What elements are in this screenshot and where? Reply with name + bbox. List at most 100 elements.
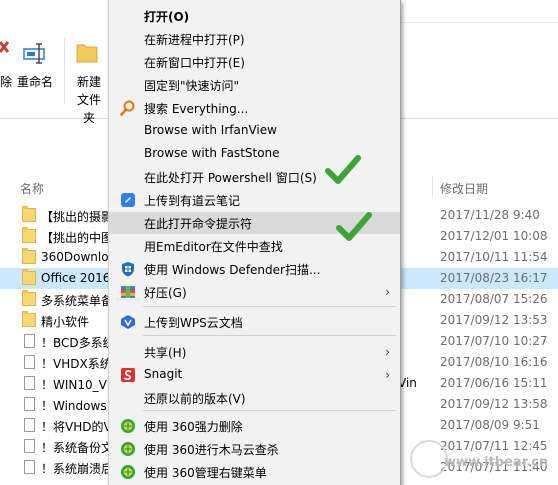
menu-item-4[interactable]: 固定到"快速访问": [109, 74, 400, 96]
menu-item-label: 使用 360管理右键菜单: [144, 466, 267, 480]
green-check-icon: [325, 155, 361, 184]
file-name: ！Windows: [41, 399, 107, 413]
new-folder-icon[interactable]: [76, 42, 98, 64]
360-delete-icon: [120, 418, 136, 434]
menu-item-label: 上传到WPS云文档: [144, 316, 243, 330]
everything-search-icon: [120, 100, 136, 116]
document-icon: [24, 439, 35, 453]
menu-item-19[interactable]: 使用 360进行木马云查杀: [109, 438, 400, 460]
document-icon: [24, 355, 35, 369]
file-name: 【挑出的摄影: [41, 210, 111, 224]
menu-item-label: 搜索 Everything...: [144, 102, 249, 116]
file-date: 2017/07/10 10:27: [440, 334, 548, 348]
column-separator[interactable]: [432, 176, 433, 198]
document-icon: [24, 460, 35, 474]
folder-icon: [22, 227, 36, 243]
menu-item-label: 打开(O): [144, 10, 190, 24]
menu-item-15[interactable]: 共享(H) ›: [109, 341, 400, 363]
submenu-arrow-icon: ›: [385, 285, 390, 299]
menu-item-label: 在此打开命令提示符: [144, 217, 253, 231]
menu-item-1[interactable]: 打开(O): [109, 5, 400, 27]
menu-item-label: 使用 Windows Defender扫描...: [144, 263, 321, 277]
menu-item-label: 在新窗口中打开(E): [144, 56, 245, 70]
menu-item-9[interactable]: 上传到有道云笔记: [109, 189, 400, 211]
column-header-date[interactable]: 修改日期: [440, 180, 488, 197]
new-folder-label-line2: 文件夹: [76, 93, 101, 125]
360-scan-icon: [120, 441, 136, 457]
file-date: 2017/11/28 9:40: [440, 208, 540, 222]
menu-item-label: Browse with FastStone: [144, 146, 280, 160]
menu-item-label: 上传到有道云笔记: [144, 194, 241, 208]
file-date: 2017/06/16 15:11: [440, 376, 548, 390]
menu-item-14[interactable]: 上传到WPS云文档: [109, 311, 400, 333]
menu-item-16[interactable]: Snagit ›: [109, 364, 400, 386]
ribbon-divider: [400, 22, 558, 23]
file-name: ！WIN10_VI: [41, 378, 111, 392]
folder-icon: [22, 290, 36, 306]
menu-item-label: Snagit: [144, 367, 183, 381]
submenu-arrow-icon: ›: [385, 345, 390, 359]
menu-separator: [143, 335, 396, 336]
file-date: 2017/08/07 15:26: [440, 292, 548, 306]
file-date: 2017/09/12 13:58: [440, 397, 548, 411]
file-date: 2017/08/23 16:17: [440, 271, 548, 285]
menu-item-2[interactable]: 在新进程中打开(P): [109, 28, 400, 50]
menu-item-20[interactable]: 使用 360管理右键菜单: [109, 461, 400, 483]
menu-item-label: 在此处打开 Powershell 窗口(S): [144, 171, 317, 185]
file-name: 多系统菜单备: [41, 294, 111, 308]
snagit-icon: [120, 367, 136, 383]
watermark-logo: [410, 440, 448, 478]
menu-item-label: 共享(H): [144, 346, 187, 360]
file-name: 精小软件: [41, 315, 90, 329]
rename-icon[interactable]: [22, 41, 48, 65]
document-icon: [24, 397, 35, 411]
file-date: 2017/10/11 11:54: [440, 250, 548, 264]
file-name: ！系统崩溃后: [41, 462, 111, 476]
folder-icon: [22, 269, 36, 285]
menu-item-label: 在新进程中打开(P): [144, 33, 245, 47]
file-date: 2017/07/11 12:45: [440, 439, 548, 453]
file-name: ！系统备份文: [41, 441, 111, 455]
file-name: ！BCD多系统: [41, 336, 111, 350]
new-folder-label-line1: 新建: [76, 75, 101, 89]
menu-item-5[interactable]: 搜索 Everything...: [109, 97, 400, 119]
menu-item-3[interactable]: 在新窗口中打开(E): [109, 51, 400, 73]
column-header-name[interactable]: 名称: [20, 180, 44, 197]
context-menu: 打开(O) 在新进程中打开(P) 在新窗口中打开(E) 固定到"快速访问" 搜索 Eve…: [108, 0, 401, 485]
menu-item-label: Browse with IrfanView: [144, 123, 277, 137]
menu-item-17[interactable]: 还原以前的版本(V): [109, 387, 400, 409]
folder-icon: [22, 311, 36, 327]
menu-separator: [143, 410, 396, 411]
menu-item-6[interactable]: Browse with IrfanView: [109, 120, 400, 142]
green-check-icon: [336, 212, 372, 241]
file-date: 2017/12/01 10:08: [440, 229, 548, 243]
file-date: 2017/08/10 16:16: [440, 355, 548, 369]
file-name: ！VHDX系统: [41, 357, 111, 371]
watermark-text: www.itbear.cn: [444, 455, 549, 470]
delete-icon[interactable]: [0, 40, 10, 60]
file-date: 2017/09/12 13:53: [440, 313, 548, 327]
menu-item-label: 好压(G): [144, 286, 187, 300]
new-folder-label[interactable]: 新建 文件夹: [72, 73, 106, 127]
file-name: 【挑出的中图: [41, 231, 111, 245]
menu-item-12[interactable]: 使用 Windows Defender扫描...: [109, 258, 400, 280]
delete-label[interactable]: 除: [0, 73, 12, 90]
folder-icon: [22, 248, 36, 264]
folder-icon: [22, 206, 36, 222]
menu-item-label: 固定到"快速访问": [144, 79, 240, 93]
file-name: Office 2016: [41, 271, 111, 285]
file-name: 360Downloa: [41, 250, 111, 264]
menu-item-13[interactable]: 好压(G) ›: [109, 281, 400, 303]
document-icon: [24, 334, 35, 348]
submenu-arrow-icon: ›: [385, 368, 390, 382]
document-icon: [24, 376, 35, 390]
rename-label[interactable]: 重命名: [17, 73, 53, 90]
menu-separator: [143, 306, 396, 307]
menu-item-label: 使用 360进行木马云查杀: [144, 443, 279, 457]
wps-cloud-icon: [120, 314, 136, 330]
360-manage-icon: [120, 464, 136, 480]
menu-item-18[interactable]: 使用 360强力删除: [109, 415, 400, 437]
menu-item-label: 用EmEditor在文件中查找: [144, 240, 283, 254]
windows-defender-icon: [120, 261, 136, 277]
file-name: ！将VHD的V: [41, 420, 111, 434]
